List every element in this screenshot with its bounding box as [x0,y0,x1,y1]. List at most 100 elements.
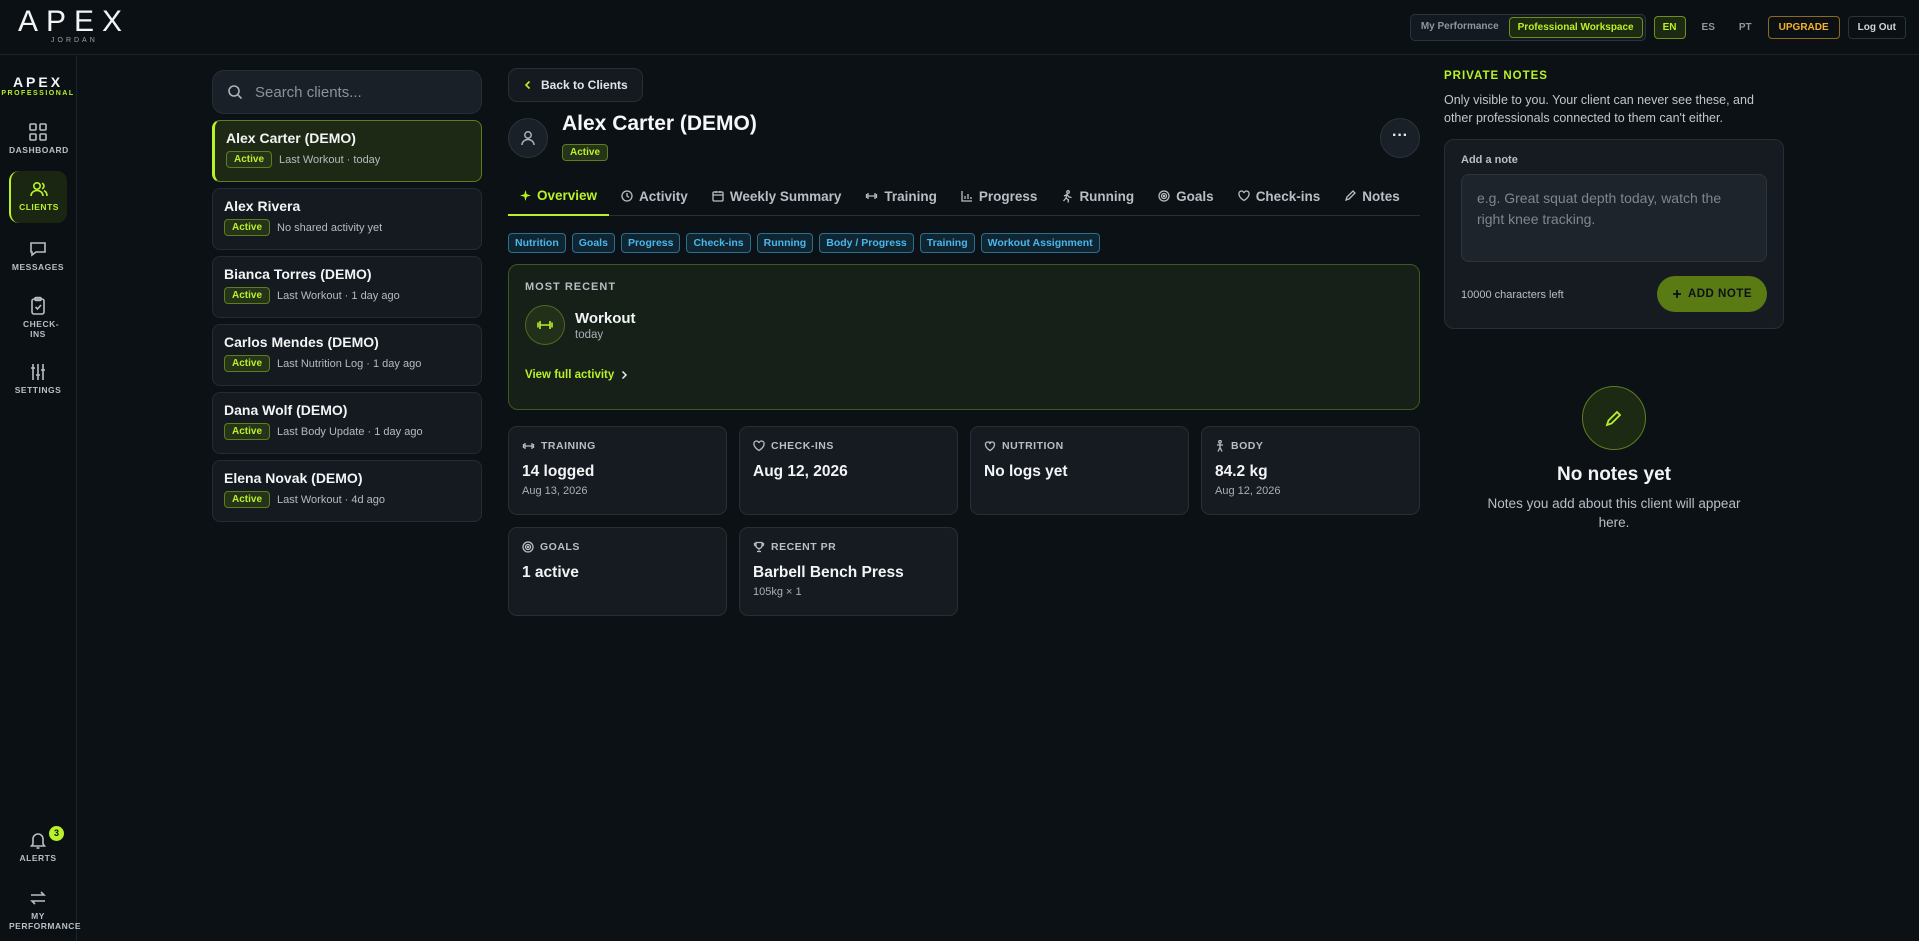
nav-check-ins-label: CHECK-INS [23,319,60,339]
client-name: Bianca Torres (DEMO) [224,266,372,282]
tab-progress-label: Progress [978,188,1038,204]
client-name: Alex Rivera [224,198,301,214]
status-badge: Active [224,491,271,508]
nutrition-card[interactable]: NUTRITION No logs yet [970,426,1189,515]
rail-brand: APEX PROFESSIONAL [0,74,76,97]
recent-pr-card[interactable]: RECENT PR Barbell Bench Press 105kg × 1 [739,527,958,616]
tab-check-ins[interactable]: Check-ins [1226,176,1333,216]
add-note-button[interactable]: ADD NOTE [1656,276,1767,312]
bell-icon [29,833,47,849]
lang-es-button[interactable]: ES [1694,17,1723,38]
client-list-item[interactable]: Alex Rivera Active No shared activity yet [212,188,482,250]
client-list-item[interactable]: Carlos Mendes (DEMO) Active Last Nutritio… [212,324,482,386]
card-sub: 105kg × 1 [753,586,802,598]
client-list-item[interactable]: Elena Novak (DEMO) Active Last Workout · … [212,460,482,522]
status-badge: Active [226,151,273,168]
avatar [508,118,548,158]
client-last-activity: Last Workout · 1 day ago [277,289,400,302]
chevron-right-icon [622,370,628,380]
target-icon [1158,190,1170,202]
check-ins-card[interactable]: CHECK-INS Aug 12, 2026 [739,426,958,515]
card-sub: Aug 13, 2026 [522,485,588,497]
tab-notes[interactable]: Notes [1332,176,1412,216]
tab-overview[interactable]: Overview [508,176,610,216]
search-icon [228,85,243,100]
tab-goals[interactable]: Goals [1146,176,1226,216]
goals-card[interactable]: GOALS 1 active [508,527,727,616]
nav-messages[interactable]: MESSAGES [9,235,67,281]
training-card[interactable]: TRAINING 14 logged Aug 13, 2026 [508,426,727,515]
nav-alerts[interactable]: 3 ALERTS [9,826,67,872]
clipboard-icon [31,296,45,315]
card-title: CHECK-INS [771,440,834,452]
chip-progress: Progress [620,233,681,253]
view-full-activity-label: View full activity [525,369,615,381]
chip-nutrition: Nutrition [508,233,566,253]
card-title: TRAINING [541,440,596,452]
status-badge: Active [224,219,271,236]
nav-dashboard[interactable]: DASHBOARD [9,118,69,164]
nav-check-ins[interactable]: CHECK-INS [9,292,67,348]
rail-brand-sub: PROFESSIONAL [1,90,75,97]
dumbbell-icon [522,443,535,449]
recent-workout-date: today [575,328,604,341]
private-notes-description: Only visible to you. Your client can nev… [1444,93,1754,125]
body-card[interactable]: BODY 84.2 kg Aug 12, 2026 [1201,426,1420,515]
status-badge: Active [224,355,271,372]
swap-icon [30,891,46,905]
client-last-activity: No shared activity yet [277,221,383,234]
alerts-count-badge: 3 [49,826,64,841]
page-title: Alex Carter (DEMO) [562,112,757,135]
add-note-form: Add a note 10000 characters left ADD NOT… [1444,139,1784,329]
note-textarea[interactable] [1461,174,1767,262]
recent-workout: Workout today [525,305,636,345]
characters-left: 10000 characters left [1461,289,1564,301]
chip-body-progress: Body / Progress [819,233,914,253]
sparkle-icon [520,189,531,201]
tab-running[interactable]: Running [1049,176,1146,216]
message-icon [30,242,46,257]
lang-en-button[interactable]: EN [1653,16,1686,39]
professional-workspace-toggle[interactable]: Professional Workspace [1508,17,1643,38]
plus-icon [1672,290,1681,298]
client-list-item[interactable]: Dana Wolf (DEMO) Active Last Body Update … [212,392,482,454]
tab-goals-label: Goals [1176,188,1214,204]
nav-settings-label: SETTINGS [14,385,62,395]
view-full-activity-link[interactable]: View full activity [525,369,628,381]
nav-clients[interactable]: CLIENTS [9,171,67,223]
data-sharing-chips: Nutrition Goals Progress Check-ins Runni… [508,233,1420,253]
chip-running: Running [756,233,814,253]
client-list-item[interactable]: Alex Carter (DEMO) Active Last Workout · … [212,120,482,182]
client-name: Elena Novak (DEMO) [224,470,363,486]
client-header: Alex Carter (DEMO) Active ··· [508,108,1420,176]
tab-weekly-summary-label: Weekly Summary [729,188,842,204]
user-icon [521,131,535,146]
brand-logo[interactable]: APEX JORDAN [18,7,130,45]
tab-training[interactable]: Training [853,176,949,216]
nav-alerts-label: ALERTS [19,853,57,863]
tab-weekly-summary[interactable]: Weekly Summary [700,176,854,216]
tab-progress[interactable]: Progress [949,176,1050,216]
nav-settings[interactable]: SETTINGS [9,358,67,404]
tab-activity-label: Activity [639,188,688,204]
logout-button[interactable]: Log Out [1847,16,1906,39]
recent-workout-title: Workout [575,309,636,327]
nav-dashboard-label: DASHBOARD [9,145,69,155]
card-sub: Aug 12, 2026 [1215,485,1281,497]
card-value: 14 logged [522,463,595,480]
more-options-button[interactable]: ··· [1380,118,1420,158]
my-performance-toggle[interactable]: My Performance [1413,17,1507,38]
side-rail: APEX PROFESSIONAL DASHBOARD CLIENTS MESS… [0,56,81,941]
client-name: Carlos Mendes (DEMO) [224,334,379,350]
nav-my-performance[interactable]: MY PERFORMANCE [9,886,81,938]
lang-pt-button[interactable]: PT [1731,17,1760,38]
back-to-clients-button[interactable]: Back to Clients [508,68,643,102]
chevron-left-icon [524,80,531,90]
tab-activity[interactable]: Activity [609,176,700,216]
card-value: Aug 12, 2026 [753,463,848,480]
upgrade-button[interactable]: UPGRADE [1767,16,1840,39]
nav-messages-label: MESSAGES [11,262,65,272]
tab-running-label: Running [1079,188,1135,204]
client-list-item[interactable]: Bianca Torres (DEMO) Active Last Workout … [212,256,482,318]
client-search-input[interactable] [255,83,465,101]
